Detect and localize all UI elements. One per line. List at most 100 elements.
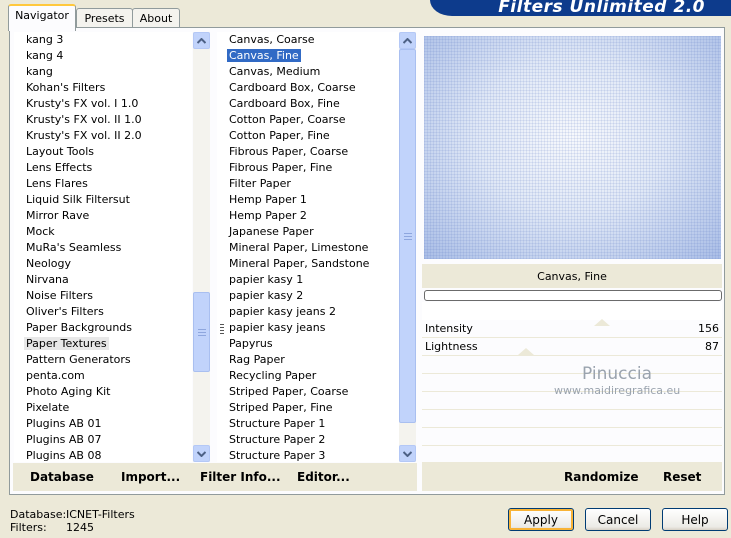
category-item[interactable]: Krusty's FX vol. II 1.0 (14, 112, 142, 128)
category-item-label: Plugins AB 08 (26, 449, 102, 462)
filter-item[interactable]: Papyrus (217, 336, 369, 352)
filter-item[interactable]: Canvas, Medium (217, 64, 369, 80)
category-item[interactable]: kang 4 (14, 48, 142, 64)
filter-item[interactable]: papier kasy jeans 2 (217, 304, 369, 320)
filter-item[interactable]: Striped Paper, Coarse (217, 384, 369, 400)
filter-item[interactable]: Mineral Paper, Limestone (217, 240, 369, 256)
filter-item[interactable]: Structure Paper 1 (217, 416, 369, 432)
filter-item-label: papier kasy jeans 2 (229, 305, 336, 318)
scroll-up-button[interactable] (193, 32, 210, 49)
category-item[interactable]: Paper Textures (14, 336, 142, 352)
filter-item[interactable]: Canvas, Coarse (217, 32, 369, 48)
scroll-up-button[interactable] (399, 32, 416, 49)
category-item[interactable]: kang (14, 64, 142, 80)
drag-grip-icon (220, 322, 224, 334)
filter-item[interactable]: Cotton Paper, Coarse (217, 112, 369, 128)
category-item-label: kang 4 (26, 49, 64, 62)
category-item[interactable]: Pixelate (14, 400, 142, 416)
filter-list[interactable]: Canvas, Coarse Canvas, Fine Canvas, Medium… (217, 32, 399, 462)
category-item-label: Noise Filters (26, 289, 93, 302)
slider-thumb-icon (518, 348, 534, 355)
tab-about[interactable]: About (132, 8, 180, 29)
filter-item[interactable]: Cardboard Box, Coarse (217, 80, 369, 96)
apply-button[interactable]: Apply (508, 508, 574, 531)
help-button[interactable]: Help (662, 508, 728, 531)
cancel-button[interactable]: Cancel (585, 508, 651, 531)
filter-item-label: Japanese Paper (229, 225, 314, 238)
filter-item[interactable]: Striped Paper, Fine (217, 400, 369, 416)
filter-scrollbar[interactable] (399, 32, 416, 462)
filter-item[interactable]: Rag Paper (217, 352, 369, 368)
category-item[interactable]: Plugins AB 01 (14, 416, 142, 432)
category-item[interactable]: Pattern Generators (14, 352, 142, 368)
title-banner: Filters Unlimited 2.0 (430, 0, 731, 17)
lightness-slider[interactable]: Lightness 87 (422, 338, 722, 356)
category-item[interactable]: Lens Effects (14, 160, 142, 176)
filter-item-label: papier kasy jeans (229, 321, 326, 334)
editor-button[interactable]: Editor... (297, 463, 350, 491)
category-item[interactable]: Krusty's FX vol. II 2.0 (14, 128, 142, 144)
filter-item[interactable]: Cardboard Box, Fine (217, 96, 369, 112)
category-item[interactable]: Plugins AB 07 (14, 432, 142, 448)
category-item[interactable]: Photo Aging Kit (14, 384, 142, 400)
randomize-button[interactable]: Randomize (564, 463, 638, 491)
category-item[interactable]: Noise Filters (14, 288, 142, 304)
filter-item[interactable]: Filter Paper (217, 176, 369, 192)
category-item-label: Mock (26, 225, 55, 238)
category-item[interactable]: Nirvana (14, 272, 142, 288)
filter-item[interactable]: Japanese Paper (217, 224, 369, 240)
filter-info-button[interactable]: Filter Info... (200, 463, 281, 491)
filter-item[interactable]: Structure Paper 3 (217, 448, 369, 462)
filter-item[interactable]: papier kasy 1 (217, 272, 369, 288)
tab-navigator[interactable]: Navigator (8, 4, 76, 31)
filter-item-label: Structure Paper 2 (229, 433, 326, 446)
filter-item[interactable]: papier kasy 2 (217, 288, 369, 304)
empty-slider (422, 428, 722, 446)
category-item[interactable]: kang 3 (14, 32, 142, 48)
filter-item[interactable]: Structure Paper 2 (217, 432, 369, 448)
filter-item[interactable]: Hemp Paper 2 (217, 208, 369, 224)
category-item[interactable]: Lens Flares (14, 176, 142, 192)
category-item[interactable]: Kohan's Filters (14, 80, 142, 96)
scroll-thumb[interactable] (399, 49, 416, 423)
category-item[interactable]: MuRa's Seamless (14, 240, 142, 256)
category-item[interactable]: Plugins AB 08 (14, 448, 142, 462)
category-item[interactable]: Neology (14, 256, 142, 272)
category-item[interactable]: Paper Backgrounds (14, 320, 142, 336)
category-list[interactable]: kang 3 kang 4 kang Kohan's Filters Krusty's … (14, 32, 192, 462)
category-item[interactable]: Mock (14, 224, 142, 240)
filter-item[interactable]: Cotton Paper, Fine (217, 128, 369, 144)
reset-button[interactable]: Reset (663, 463, 701, 491)
category-item-label: Plugins AB 07 (26, 433, 102, 446)
empty-slider (422, 410, 722, 428)
chevron-up-icon (403, 37, 412, 44)
intensity-slider[interactable]: Intensity 156 (422, 319, 722, 338)
chevron-up-icon (197, 37, 206, 44)
category-item[interactable]: Oliver's Filters (14, 304, 142, 320)
filter-item[interactable]: Hemp Paper 1 (217, 192, 369, 208)
filter-item[interactable]: Recycling Paper (217, 368, 369, 384)
category-item[interactable]: Mirror Rave (14, 208, 142, 224)
filter-item-label: Mineral Paper, Limestone (229, 241, 369, 254)
category-scrollbar[interactable] (193, 32, 210, 462)
filter-item-label: Mineral Paper, Sandstone (229, 257, 370, 270)
filter-item[interactable]: Mineral Paper, Sandstone (217, 256, 369, 272)
filter-item[interactable]: Fibrous Paper, Fine (217, 160, 369, 176)
database-button[interactable]: Database (30, 463, 94, 491)
filter-item[interactable]: papier kasy jeans (217, 320, 369, 336)
category-item[interactable]: Liquid Silk Filtersut (14, 192, 142, 208)
empty-slider (422, 446, 722, 463)
scroll-down-button[interactable] (193, 445, 210, 462)
tab-presets[interactable]: Presets (76, 8, 133, 29)
filter-item[interactable]: Canvas, Fine (217, 48, 369, 64)
filter-item-label: Structure Paper 1 (229, 417, 326, 430)
category-item-label: Krusty's FX vol. II 2.0 (26, 129, 142, 142)
scroll-down-button[interactable] (399, 445, 416, 462)
scroll-thumb[interactable] (193, 292, 210, 372)
filter-item-label: Cardboard Box, Coarse (229, 81, 356, 94)
import-button[interactable]: Import... (121, 463, 180, 491)
filter-item[interactable]: Fibrous Paper, Coarse (217, 144, 369, 160)
category-item[interactable]: Krusty's FX vol. I 1.0 (14, 96, 142, 112)
category-item[interactable]: penta.com (14, 368, 142, 384)
category-item[interactable]: Layout Tools (14, 144, 142, 160)
